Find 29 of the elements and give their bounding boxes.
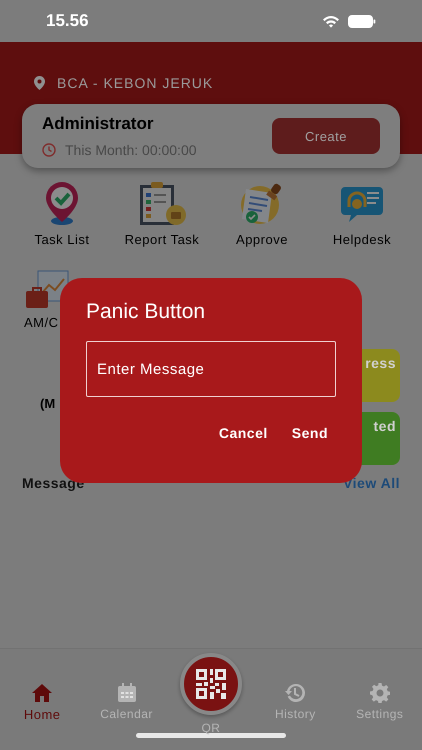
status-time: 15.56 (46, 11, 89, 31)
menu-label[interactable]: Task List (34, 232, 90, 247)
clipboard-icon[interactable] (138, 180, 186, 226)
qr-code-icon (196, 669, 226, 699)
home-icon (31, 683, 54, 703)
qr-scan-button[interactable] (180, 653, 242, 715)
menu-label[interactable]: AM/C (24, 315, 58, 330)
nav-tab[interactable]: Home (4, 683, 80, 722)
menu-label[interactable]: Report Task (124, 232, 200, 247)
settings-icon (370, 683, 390, 703)
tile-label: ted (374, 418, 396, 436)
dialog-button[interactable]: Cancel (210, 421, 276, 445)
location-pin-icon (34, 76, 45, 90)
dialog-title: Panic Button (86, 300, 206, 324)
clock-icon (42, 143, 56, 157)
message-field[interactable]: Enter Message (86, 341, 336, 397)
create-button[interactable]: Create (272, 118, 380, 154)
wifi-icon (322, 14, 340, 28)
user-name: Administrator (42, 114, 154, 134)
battery-icon (348, 14, 376, 28)
summary-label: (M (40, 396, 56, 411)
history-icon (284, 683, 306, 703)
calendar-icon (116, 683, 137, 703)
location-label: BCA - KEBON JERUK (57, 75, 214, 91)
menu-label[interactable]: Helpdesk (332, 232, 392, 247)
tile-label: ress (365, 355, 396, 373)
dialog-button[interactable]: Send (284, 421, 336, 445)
menu-label[interactable]: Approve (236, 232, 288, 247)
section-title: Message (22, 475, 85, 491)
